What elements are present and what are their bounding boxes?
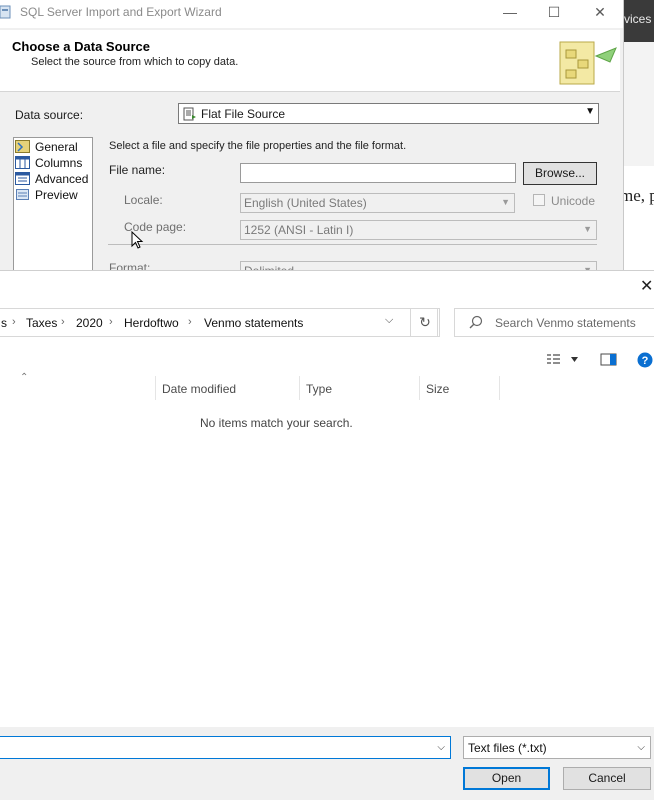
data-source-value: Flat File Source	[201, 107, 286, 121]
unicode-checkbox[interactable]	[533, 194, 545, 206]
preview-pane-icon[interactable]	[600, 352, 618, 368]
chevron-down-icon[interactable]: ⌵	[385, 314, 393, 327]
file-open-dialog: ✕ s › Taxes › 2020 › Herdoftwo › Venmo s…	[0, 270, 654, 800]
wizard-nav-list: General Columns Advanced Preview	[13, 137, 93, 272]
nav-item-general[interactable]: General	[14, 139, 92, 155]
advanced-icon	[15, 172, 30, 185]
breadcrumb-item[interactable]: s	[1, 316, 7, 330]
locale-label: Locale:	[124, 193, 163, 207]
nav-item-advanced[interactable]: Advanced	[14, 171, 92, 187]
help-icon[interactable]: ?	[636, 352, 654, 368]
minimize-button[interactable]: —	[495, 2, 525, 22]
nav-item-columns[interactable]: Columns	[14, 155, 92, 171]
maximize-button[interactable]: ☐	[539, 2, 569, 22]
page-subtitle: Select the source from which to copy dat…	[31, 56, 239, 68]
page-title: Choose a Data Source	[12, 39, 150, 54]
search-input[interactable]: Search Venmo statements	[454, 308, 654, 337]
column-header-size[interactable]: Size	[426, 382, 449, 406]
chevron-right-icon: ›	[61, 316, 65, 328]
preview-icon	[16, 189, 29, 200]
wizard-titlebar: SQL Server Import and Export Wizard — ☐ …	[0, 0, 623, 28]
breadcrumb-item[interactable]: Herdoftwo	[124, 316, 179, 330]
breadcrumb-item[interactable]: Venmo statements	[204, 316, 303, 330]
wizard-header: Choose a Data Source Select the source f…	[0, 30, 620, 92]
nav-item-label: Advanced	[35, 172, 89, 186]
column-divider	[155, 376, 156, 400]
locale-value: English (United States)	[244, 196, 367, 210]
dialog-footer: ⌵ Text files (*.txt) ⌵ Open Cancel	[0, 727, 654, 800]
general-description: Select a file and specify the file prope…	[109, 140, 407, 152]
columns-icon	[15, 156, 30, 169]
background-document-text: me, p	[620, 186, 654, 205]
file-type-value: Text files (*.txt)	[468, 741, 547, 755]
general-icon	[15, 140, 30, 153]
chevron-right-icon: ›	[12, 316, 16, 328]
import-export-wizard-window: SQL Server Import and Export Wizard — ☐ …	[0, 0, 624, 272]
open-button[interactable]: Open	[463, 767, 550, 790]
empty-results-message: No items match your search.	[200, 416, 353, 430]
change-view-icon[interactable]	[545, 352, 581, 368]
column-header-type[interactable]: Type	[306, 382, 332, 406]
chevron-right-icon: ›	[188, 316, 192, 328]
mouse-pointer-icon	[131, 231, 144, 249]
refresh-button[interactable]: ↻	[410, 308, 440, 337]
column-divider	[499, 376, 500, 400]
flat-file-icon	[183, 107, 196, 121]
breadcrumb-item[interactable]: Taxes	[26, 316, 57, 330]
nav-item-label: General	[35, 140, 78, 154]
breadcrumb-item[interactable]: 2020	[76, 316, 103, 330]
svg-text:?: ?	[642, 355, 649, 367]
code-page-select[interactable]: 1252 (ANSI - Latin I) ▼	[240, 220, 597, 240]
chevron-down-icon: ⌵	[637, 742, 645, 753]
nav-item-label: Preview	[35, 188, 78, 202]
chevron-right-icon: ›	[109, 316, 113, 328]
file-type-select[interactable]: Text files (*.txt) ⌵	[463, 736, 651, 759]
close-button[interactable]: ✕	[585, 2, 615, 22]
chevron-down-icon: ▼	[583, 224, 592, 234]
unicode-label: Unicode	[551, 194, 596, 208]
file-name-label: File name:	[109, 163, 166, 177]
background-document	[620, 166, 654, 272]
data-source-select[interactable]: Flat File Source ▼	[178, 103, 599, 124]
data-source-label: Data source:	[15, 108, 84, 122]
dialog-close-button[interactable]: ✕	[640, 276, 653, 296]
wizard-banner-icon	[559, 41, 617, 85]
nav-item-label: Columns	[35, 156, 83, 170]
nav-item-preview[interactable]: Preview	[14, 187, 92, 203]
wizard-title: SQL Server Import and Export Wizard	[20, 5, 222, 19]
file-name-combobox[interactable]: ⌵	[0, 736, 451, 759]
wizard-app-icon	[0, 5, 11, 19]
code-page-value: 1252 (ANSI - Latin I)	[244, 223, 354, 237]
column-header-date-modified[interactable]: Date modified	[162, 382, 236, 406]
search-placeholder: Search Venmo statements	[495, 316, 636, 330]
browse-button[interactable]: Browse...	[523, 162, 597, 185]
file-name-input[interactable]	[240, 163, 516, 183]
sort-ascending-icon[interactable]: ⌃	[20, 372, 28, 383]
chevron-down-icon: ▼	[501, 197, 510, 207]
locale-select[interactable]: English (United States) ▼	[240, 193, 515, 213]
cancel-button[interactable]: Cancel	[563, 767, 651, 790]
column-divider	[299, 376, 300, 400]
background-tab-label: vices	[624, 12, 652, 26]
chevron-down-icon: ▼	[585, 106, 595, 117]
chevron-down-icon[interactable]: ⌵	[437, 742, 445, 753]
section-divider	[108, 244, 597, 245]
breadcrumb[interactable]: s › Taxes › 2020 › Herdoftwo › Venmo sta…	[0, 308, 438, 337]
column-divider	[419, 376, 420, 400]
search-icon	[469, 315, 483, 329]
